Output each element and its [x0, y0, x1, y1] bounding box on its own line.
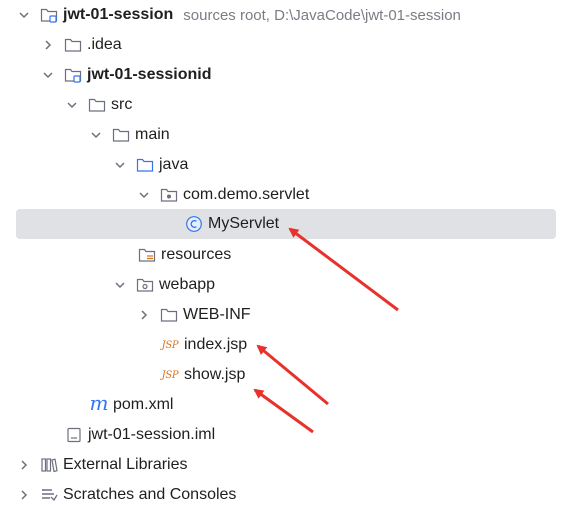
tree-row-label: jwt-01-sessionid — [87, 66, 212, 83]
chevron-down-icon[interactable] — [88, 127, 104, 143]
web-folder-icon — [136, 276, 154, 294]
tree-row-label: show.jsp — [184, 366, 246, 383]
tree-row-label: pom.xml — [113, 396, 174, 413]
tree-row-hint: sources root, D:\JavaCode\jwt-01-session — [183, 6, 461, 24]
tree-row-label: main — [135, 126, 170, 143]
scratches-icon — [40, 486, 58, 504]
folder-icon — [88, 96, 106, 114]
package-icon — [160, 186, 178, 204]
java-class-icon — [185, 215, 203, 233]
source-folder-icon — [136, 156, 154, 174]
chevron-right-icon[interactable] — [136, 307, 152, 323]
tree-row-src[interactable]: src — [0, 90, 561, 120]
module-folder-icon — [64, 66, 82, 84]
jsp-file-icon: JSP — [161, 369, 179, 381]
tree-row-label: jwt-01-session — [63, 6, 174, 23]
tree-row-resources[interactable]: resources — [0, 240, 561, 270]
chevron-right-icon[interactable] — [16, 457, 32, 473]
chevron-down-icon[interactable] — [16, 7, 32, 23]
tree-row-label: java — [159, 156, 189, 173]
chevron-down-icon[interactable] — [112, 157, 128, 173]
tree-row-label: MyServlet — [208, 215, 280, 232]
tree-row-label: webapp — [159, 276, 216, 293]
chevron-down-icon[interactable] — [136, 187, 152, 203]
tree-row-index-jsp[interactable]: JSP index.jsp — [0, 330, 561, 360]
tree-row-label: resources — [161, 246, 232, 263]
tree-row-myservlet[interactable]: MyServlet — [0, 209, 561, 239]
chevron-down-icon[interactable] — [40, 67, 56, 83]
chevron-down-icon[interactable] — [112, 277, 128, 293]
chevron-down-icon[interactable] — [64, 97, 80, 113]
tree-row-iml[interactable]: jwt-01-session.iml — [0, 420, 561, 450]
libraries-icon — [40, 456, 58, 474]
tree-row-idea[interactable]: .idea — [0, 30, 561, 60]
tree-row-webapp[interactable]: webapp — [0, 270, 561, 300]
tree-row-show-jsp[interactable]: JSP show.jsp — [0, 360, 561, 390]
tree-row-scratches-and-consoles[interactable]: Scratches and Consoles — [0, 480, 561, 510]
jsp-file-icon: JSP — [161, 339, 179, 351]
maven-icon: m — [89, 391, 109, 415]
folder-icon — [64, 36, 82, 54]
tree-row-jwt-01-session[interactable]: jwt-01-session sources root, D:\JavaCode… — [0, 0, 561, 30]
tree-row-label: index.jsp — [184, 336, 248, 353]
folder-icon — [160, 306, 178, 324]
module-folder-icon — [40, 6, 58, 24]
chevron-right-icon[interactable] — [40, 37, 56, 53]
tree-row-pom-xml[interactable]: m pom.xml — [0, 390, 561, 420]
tree-row-label: src — [111, 96, 133, 113]
tree-row-label: com.demo.servlet — [183, 186, 310, 203]
tree-row-java[interactable]: java — [0, 150, 561, 180]
tree-row-label: WEB-INF — [183, 306, 251, 323]
tree-row-jwt-01-sessionid[interactable]: jwt-01-sessionid — [0, 60, 561, 90]
tree-row-web-inf[interactable]: WEB-INF — [0, 300, 561, 330]
resources-folder-icon — [138, 246, 156, 264]
chevron-right-icon[interactable] — [16, 487, 32, 503]
iml-file-icon — [65, 426, 83, 444]
tree-row-label: Scratches and Consoles — [63, 486, 237, 503]
folder-icon — [112, 126, 130, 144]
tree-row-external-libraries[interactable]: External Libraries — [0, 450, 561, 480]
tree-row-label: External Libraries — [63, 456, 188, 473]
tree-row-label: jwt-01-session.iml — [88, 426, 216, 443]
tree-row-com-demo-servlet[interactable]: com.demo.servlet — [0, 180, 561, 210]
tree-row-main[interactable]: main — [0, 120, 561, 150]
tree-row-label: .idea — [87, 36, 122, 53]
